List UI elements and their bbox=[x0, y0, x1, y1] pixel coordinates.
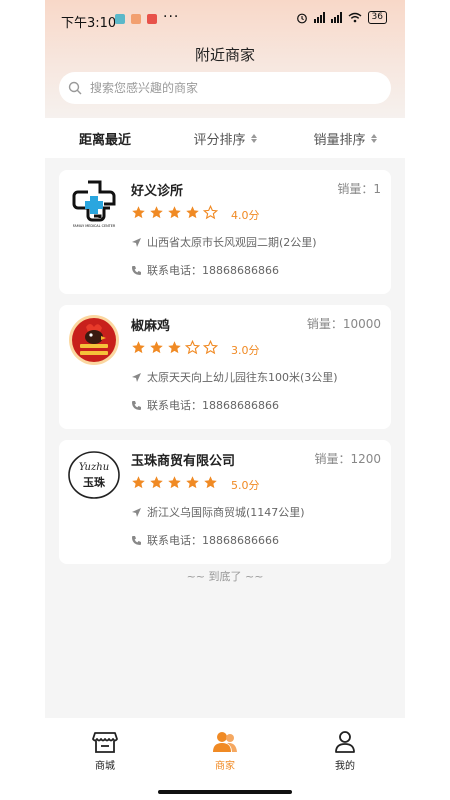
alarm-icon bbox=[296, 13, 307, 23]
merchant-card[interactable]: FAMILY MEDICAL CENTER 好义诊所 销量：1 4.0分 山西省… bbox=[59, 170, 391, 294]
merchant-name: 玉珠商贸有限公司 bbox=[131, 454, 236, 469]
location-arrow-icon bbox=[132, 237, 141, 247]
rating-stars bbox=[131, 475, 218, 490]
phone-text: 联系电话：18868686666 bbox=[147, 534, 279, 547]
star-filled-icon bbox=[168, 341, 181, 354]
star-filled-icon bbox=[132, 476, 145, 489]
star-filled-icon bbox=[132, 206, 145, 219]
svg-text:Yuzhu: Yuzhu bbox=[79, 462, 109, 473]
sort-caret-icon bbox=[370, 133, 377, 143]
sort-tab-label: 销量排序 bbox=[313, 132, 366, 148]
merchant-sales: 销量：10000 bbox=[306, 317, 381, 331]
sort-tab-label: 评分排序 bbox=[193, 132, 246, 148]
status-icons: 36 bbox=[296, 11, 387, 24]
sort-caret-icon bbox=[250, 133, 257, 143]
sort-tab-distance[interactable]: 距离最近 bbox=[45, 118, 165, 158]
star-empty-icon bbox=[203, 205, 218, 220]
status-time: 下午3:10 bbox=[61, 16, 117, 31]
merchant-name: 椒麻鸡 bbox=[131, 319, 171, 334]
phone-text: 联系电话：18868686866 bbox=[147, 399, 279, 412]
star-empty-icon bbox=[203, 340, 218, 355]
merchant-sales: 销量：1200 bbox=[314, 452, 381, 466]
star-filled-icon bbox=[168, 476, 181, 489]
search-icon bbox=[68, 81, 82, 95]
sort-tab-rating[interactable]: 评分排序 bbox=[165, 118, 285, 158]
search-input[interactable] bbox=[88, 80, 372, 96]
address-text: 浙江义乌国际商贸城(1147公里) bbox=[147, 506, 305, 519]
merchant-address[interactable]: 浙江义乌国际商贸城(1147公里) bbox=[131, 504, 305, 520]
more-notifications-icon: ··· bbox=[163, 9, 180, 25]
rating-stars bbox=[131, 340, 218, 355]
merchants-icon bbox=[213, 732, 237, 752]
merchant-address[interactable]: 山西省太原市长风观园二期(2公里) bbox=[131, 234, 317, 250]
star-empty-icon bbox=[185, 340, 200, 355]
location-arrow-icon bbox=[132, 507, 141, 517]
svg-text:玉珠: 玉珠 bbox=[83, 475, 106, 489]
merchant-phone[interactable]: 联系电话：18868686866 bbox=[131, 262, 279, 278]
battery-icon: 36 bbox=[367, 11, 387, 24]
phone-text: 联系电话：18868686866 bbox=[147, 264, 279, 277]
star-filled-icon bbox=[204, 476, 217, 489]
tab-label: 商城 bbox=[95, 761, 115, 772]
medical-cross-icon: FAMILY MEDICAL CENTER bbox=[67, 178, 121, 232]
merchant-name: 好义诊所 bbox=[131, 184, 184, 199]
star-filled-icon bbox=[150, 341, 163, 354]
bottom-tab-bar: 商城 商家 我的 bbox=[45, 718, 405, 800]
phone-icon bbox=[132, 535, 141, 545]
merchant-rating: 4.0分 bbox=[231, 209, 260, 222]
home-indicator bbox=[158, 790, 292, 794]
app-notification-icon bbox=[131, 14, 141, 24]
yuzhu-logo-icon: Yuzhu 玉珠 bbox=[68, 451, 120, 499]
rating-stars bbox=[131, 205, 218, 220]
phone-icon bbox=[132, 400, 141, 410]
star-filled-icon bbox=[186, 206, 199, 219]
star-filled-icon bbox=[150, 206, 163, 219]
tab-merchants[interactable]: 商家 bbox=[185, 730, 265, 772]
location-arrow-icon bbox=[132, 372, 141, 382]
shop-icon bbox=[92, 732, 118, 753]
app-notification-icon bbox=[147, 14, 157, 24]
merchant-address[interactable]: 太原天天向上幼儿园往东100米(3公里) bbox=[131, 369, 338, 385]
signal-icon bbox=[313, 12, 325, 23]
page-title: 附近商家 bbox=[194, 46, 255, 64]
status-bar: 下午3:10 ··· 36 bbox=[45, 0, 405, 38]
merchant-rating: 3.0分 bbox=[231, 344, 260, 357]
end-of-list-text: ~~ 到底了 ~~ bbox=[186, 570, 264, 583]
signal-icon bbox=[330, 12, 342, 23]
merchant-card[interactable]: Yuzhu 玉珠 玉珠商贸有限公司 销量：1200 5.0分 浙江义乌国际商贸城… bbox=[59, 440, 391, 564]
search-bar[interactable] bbox=[59, 72, 391, 104]
merchant-phone[interactable]: 联系电话：18868686666 bbox=[131, 532, 279, 548]
merchant-sales: 销量：1 bbox=[337, 182, 381, 196]
rooster-icon bbox=[69, 315, 119, 365]
phone-icon bbox=[132, 265, 141, 275]
sort-tab-sales[interactable]: 销量排序 bbox=[285, 118, 405, 158]
address-text: 山西省太原市长风观园二期(2公里) bbox=[147, 236, 317, 249]
sort-tab-label: 距离最近 bbox=[78, 132, 131, 148]
star-filled-icon bbox=[186, 476, 199, 489]
logo-text: FAMILY MEDICAL CENTER bbox=[73, 224, 116, 228]
merchant-card[interactable]: 椒麻鸡 销量：10000 3.0分 太原天天向上幼儿园往东100米(3公里) 联… bbox=[59, 305, 391, 429]
star-filled-icon bbox=[150, 476, 163, 489]
tab-label: 我的 bbox=[335, 761, 355, 772]
tab-shop[interactable]: 商城 bbox=[65, 730, 145, 772]
sort-bar: 距离最近 评分排序 销量排序 bbox=[45, 118, 405, 158]
merchant-rating: 5.0分 bbox=[231, 479, 260, 492]
user-icon bbox=[335, 731, 355, 753]
wifi-icon bbox=[348, 12, 361, 23]
address-text: 太原天天向上幼儿园往东100米(3公里) bbox=[147, 371, 338, 384]
tab-label: 商家 bbox=[215, 761, 235, 772]
tab-profile[interactable]: 我的 bbox=[305, 730, 385, 772]
app-screen: 下午3:10 ··· 36 附近商家 距离最近 评分排序 销量排序 bbox=[45, 0, 405, 800]
app-notification-icon bbox=[115, 14, 125, 24]
merchant-phone[interactable]: 联系电话：18868686866 bbox=[131, 397, 279, 413]
star-filled-icon bbox=[168, 206, 181, 219]
star-filled-icon bbox=[132, 341, 145, 354]
